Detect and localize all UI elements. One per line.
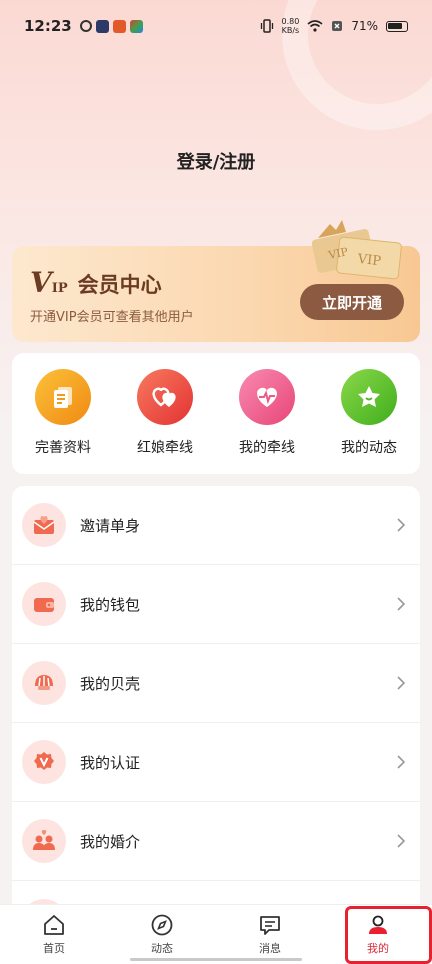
tab-label: 我的: [367, 942, 389, 955]
vip-tickets-icon: VIP VIP: [311, 220, 402, 280]
login-register-link[interactable]: 登录/注册: [0, 148, 432, 174]
menu-item-label: 我的贝壳: [80, 674, 141, 693]
quick-action-complete-profile[interactable]: 完善资料: [18, 369, 108, 474]
vip-heading: V IP 会员中心: [30, 266, 162, 299]
network-speed-unit: KB/s: [281, 26, 300, 35]
heartbeat-icon: [239, 369, 295, 425]
vip-description: 开通VIP会员可查看其他用户: [30, 310, 194, 325]
quick-action-label: 红娘牵线: [137, 440, 193, 456]
quick-action-matchmaker[interactable]: 红娘牵线: [120, 369, 210, 474]
menu-item-matchmaking[interactable]: 我的婚介: [12, 802, 420, 881]
quick-action-my-matches[interactable]: 我的牵线: [222, 369, 312, 474]
tab-messages[interactable]: 消息: [230, 913, 310, 956]
app-notification-icon: [79, 19, 92, 32]
quick-action-label: 完善资料: [35, 440, 91, 456]
tab-me[interactable]: 我的: [338, 913, 418, 956]
vip-badge-text-front: VIP: [356, 252, 382, 269]
chevron-right-icon: [397, 755, 406, 769]
menu-item-label: 我的婚介: [80, 832, 141, 851]
couple-icon: [22, 819, 66, 863]
envelope-heart-icon: [22, 503, 66, 547]
network-speed: 0.80 KB/s: [282, 17, 300, 35]
hearts-icon: [137, 369, 193, 425]
menu-item-wallet[interactable]: 我的钱包: [12, 565, 420, 644]
vip-brand-ip: IP: [51, 281, 68, 296]
network-speed-value: 0.80: [281, 17, 300, 26]
tab-label: 动态: [151, 942, 173, 955]
battery-percent: 71%: [351, 19, 378, 33]
menu-list: 邀请单身 我的钱包 我的贝壳 我的认证 我的婚介: [12, 486, 420, 926]
status-right: 0.80 KB/s 71%: [260, 17, 408, 35]
status-time: 12:23: [24, 17, 72, 35]
menu-item-label: 邀请单身: [80, 516, 141, 535]
tab-label: 消息: [259, 942, 281, 955]
menu-item-verification[interactable]: 我的认证: [12, 723, 420, 802]
news-app-icon: [112, 19, 126, 33]
quick-action-label: 我的牵线: [239, 440, 295, 456]
star-icon: [341, 369, 397, 425]
bottom-tab-bar: 首页 动态 消息 我的: [0, 904, 432, 964]
tab-moments[interactable]: 动态: [122, 913, 202, 956]
status-bar: 12:23 0.80 KB/s 71%: [0, 0, 432, 52]
vip-title: 会员中心: [77, 273, 162, 297]
wifi-icon: [307, 20, 323, 32]
quick-actions-card: 完善资料 红娘牵线 我的牵线 我的动态: [12, 353, 420, 474]
store-app-icon: [129, 19, 143, 33]
tab-home[interactable]: 首页: [14, 913, 94, 956]
shell-icon: [22, 661, 66, 705]
battery-icon: [386, 20, 408, 32]
chevron-right-icon: [397, 597, 406, 611]
message-icon: [260, 916, 280, 935]
chevron-right-icon: [397, 834, 406, 848]
open-vip-button[interactable]: 立即开通: [300, 284, 404, 320]
chevron-right-icon: [397, 518, 406, 532]
vip-center-card[interactable]: VIP VIP V IP 会员中心 开通VIP会员可查看其他用户 立即开通: [12, 220, 420, 342]
menu-item-label: 我的钱包: [80, 595, 141, 614]
menu-item-shells[interactable]: 我的贝壳: [12, 644, 420, 723]
verified-badge-icon: [22, 740, 66, 784]
notification-icons: [79, 19, 143, 33]
profile-icon: [369, 915, 387, 934]
document-icon: [35, 369, 91, 425]
chevron-right-icon: [397, 676, 406, 690]
wallet-icon: [22, 582, 66, 626]
menu-item-label: 我的认证: [80, 753, 141, 772]
menu-item-invite-single[interactable]: 邀请单身: [12, 486, 420, 565]
home-indicator[interactable]: [130, 958, 302, 961]
vibrate-icon: [260, 19, 273, 33]
vip-brand-v: V: [30, 266, 52, 299]
home-icon: [44, 915, 64, 935]
sim-off-icon: [332, 21, 343, 31]
quick-action-my-moments[interactable]: 我的动态: [324, 369, 414, 474]
video-app-icon: [95, 19, 109, 33]
compass-icon: [151, 914, 173, 936]
tab-label: 首页: [43, 942, 65, 955]
quick-action-label: 我的动态: [341, 440, 397, 456]
